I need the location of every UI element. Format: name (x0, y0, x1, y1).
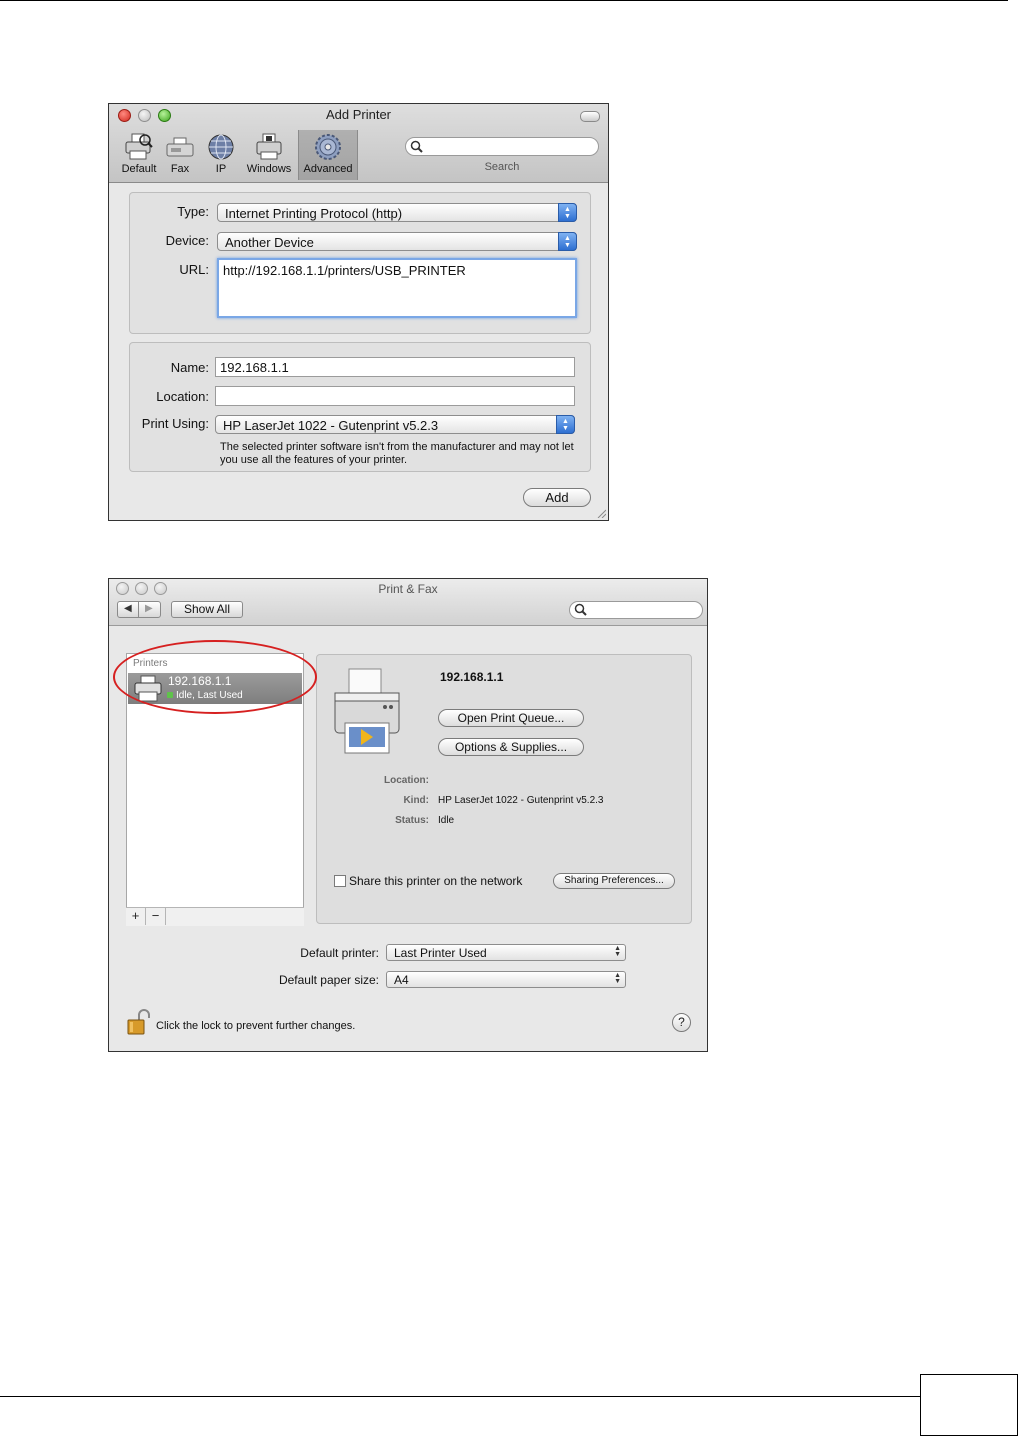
open-print-queue-button[interactable]: Open Print Queue... (438, 709, 584, 727)
default-paper-value: A4 (394, 973, 409, 987)
status-value: Idle (438, 815, 455, 826)
search-field[interactable] (405, 137, 599, 156)
default-printer-icon (125, 133, 153, 160)
add-printer-window: Add Printer Default Fax IP Windows Advan… (108, 103, 609, 521)
device-value: Another Device (225, 235, 314, 250)
back-forward-buttons[interactable]: ◀ ▶ (117, 601, 161, 618)
toolbar-label: Windows (246, 163, 292, 175)
gear-icon (315, 134, 341, 160)
show-all-button[interactable]: Show All (171, 601, 243, 618)
toolbar-windows[interactable]: Windows (241, 132, 297, 178)
sharing-preferences-button[interactable]: Sharing Preferences... (553, 873, 675, 889)
url-label: URL: (179, 262, 209, 277)
popup-arrows-icon: ▲ ▼ (556, 415, 575, 434)
share-printer-checkbox[interactable] (334, 875, 346, 887)
bottom-rule (0, 1396, 920, 1397)
kind-value: HP LaserJet 1022 - Gutenprint v5.2.3 (438, 795, 604, 806)
window-title: Add Printer (325, 107, 392, 122)
popup-arrows-icon: ▲ ▼ (614, 945, 621, 958)
popup-arrows-icon: ▲ ▼ (558, 232, 577, 251)
forward-arrow-icon[interactable]: ▶ (145, 603, 153, 614)
status-label: Status: (395, 815, 429, 826)
add-printer-titlebar: Add Printer Default Fax IP Windows Advan… (109, 104, 608, 183)
toolbar-toggle-button[interactable] (580, 111, 600, 122)
lock-icon[interactable] (126, 1009, 150, 1035)
print-fax-titlebar: Print & Fax ◀ ▶ Show All (109, 579, 707, 626)
resize-grip-icon[interactable] (596, 508, 606, 518)
share-printer-label[interactable]: Share this printer on the network (349, 874, 522, 888)
search-label: Search (484, 161, 520, 173)
options-supplies-button[interactable]: Options & Supplies... (438, 738, 584, 756)
default-printer-popup[interactable]: Last Printer Used ▲ ▼ (386, 944, 626, 961)
device-popup[interactable]: Another Device ▲ ▼ (217, 232, 577, 251)
highlight-circle (113, 640, 317, 714)
back-arrow-icon[interactable]: ◀ (124, 603, 132, 614)
print-using-label: Print Using: (141, 416, 209, 431)
default-printer-value: Last Printer Used (394, 946, 487, 960)
default-paper-popup[interactable]: A4 ▲ ▼ (386, 971, 626, 988)
top-rule (0, 0, 1008, 1)
print-using-popup[interactable]: HP LaserJet 1022 - Gutenprint v5.2.3 ▲ ▼ (215, 415, 575, 434)
add-printer-button[interactable]: + (126, 908, 146, 925)
popup-arrows-icon: ▲ ▼ (614, 972, 621, 985)
windows-printer-icon (256, 133, 282, 160)
add-button[interactable]: Add (523, 488, 591, 507)
page-number-box (920, 1374, 1018, 1436)
location-field[interactable] (215, 386, 575, 406)
popup-arrows-icon: ▲ ▼ (558, 203, 577, 222)
name-label: Name: (170, 360, 209, 375)
fax-icon (166, 137, 194, 157)
type-value: Internet Printing Protocol (http) (225, 206, 403, 221)
type-popup[interactable]: Internet Printing Protocol (http) ▲ ▼ (217, 203, 577, 222)
window-title: Print & Fax (378, 582, 438, 596)
search-icon (410, 140, 423, 153)
remove-printer-button[interactable]: − (146, 908, 166, 925)
printer-name: 192.168.1.1 (440, 670, 504, 684)
device-label: Device: (165, 233, 209, 248)
toolbar-advanced[interactable]: Advanced (298, 130, 358, 180)
search-field[interactable] (569, 601, 703, 619)
location-label: Location: (384, 775, 429, 786)
type-label: Type: (177, 204, 209, 219)
lock-text: Click the lock to prevent further change… (156, 1020, 356, 1032)
print-using-value: HP LaserJet 1022 - Gutenprint v5.2.3 (223, 418, 439, 433)
url-field[interactable]: http://192.168.1.1/printers/USB_PRINTER (217, 258, 577, 318)
list-controls: + − (126, 907, 304, 926)
default-printer-label: Default printer: (300, 946, 379, 960)
help-button[interactable]: ? (672, 1013, 691, 1032)
toolbar-label: Advanced (303, 163, 353, 175)
printer-detail-pane: 192.168.1.1 Open Print Queue... Options … (316, 654, 692, 924)
driver-note: The selected printer software isn't from… (220, 441, 574, 466)
globe-icon (208, 134, 234, 160)
default-paper-label: Default paper size: (278, 973, 379, 987)
search-icon (574, 603, 587, 616)
large-printer-icon (334, 668, 400, 754)
location-label: Location: (156, 389, 209, 404)
kind-label: Kind: (403, 795, 429, 806)
name-field[interactable]: 192.168.1.1 (215, 357, 575, 377)
